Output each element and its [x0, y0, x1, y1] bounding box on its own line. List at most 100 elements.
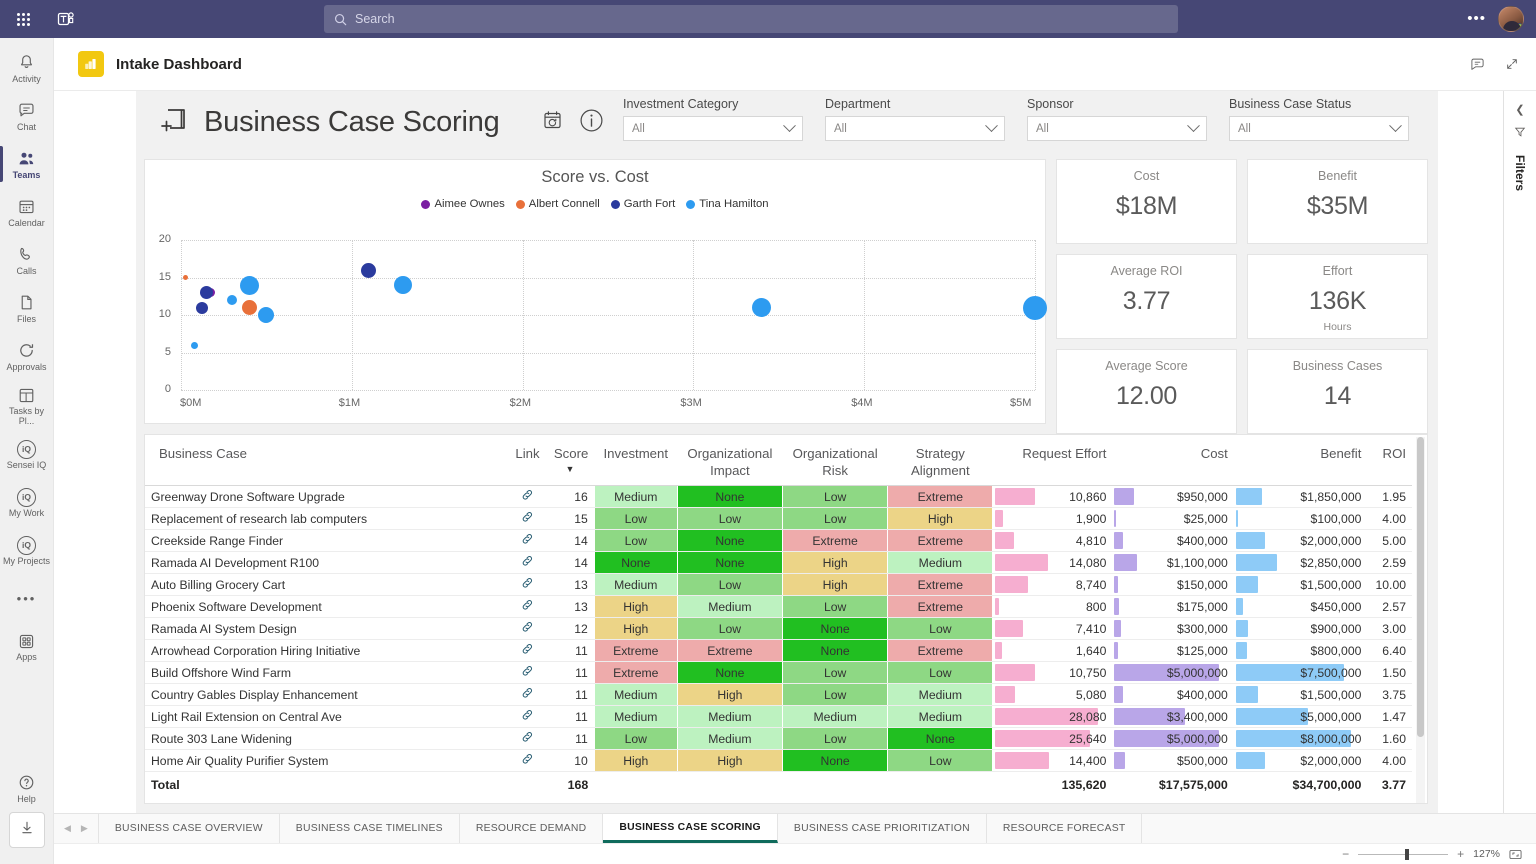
- cell-link[interactable]: [509, 683, 546, 706]
- filters-pane[interactable]: ❮ Filters: [1503, 91, 1536, 813]
- col-strategy-alignment[interactable]: Strategy Alignment: [887, 435, 993, 486]
- kpi-card[interactable]: Effort 136K Hours: [1247, 254, 1428, 339]
- conversation-icon[interactable]: [1469, 56, 1486, 73]
- sidebar-item-calendar[interactable]: Calendar: [0, 188, 54, 236]
- table-row[interactable]: Route 303 Lane Widening 11 Low Medium Low Non…: [145, 727, 1412, 750]
- table-row[interactable]: Light Rail Extension on Central Ave 11 Med…: [145, 705, 1412, 728]
- sidebar-more-button[interactable]: •••: [0, 575, 54, 623]
- cell-link[interactable]: [509, 573, 546, 596]
- zoom-slider-thumb[interactable]: [1404, 848, 1409, 860]
- table-row[interactable]: Arrowhead Corporation Hiring Initiative 1…: [145, 639, 1412, 662]
- sidebar-item-files[interactable]: Files: [0, 284, 54, 332]
- collapse-diagonal-icon[interactable]: [1504, 56, 1520, 72]
- page-tab[interactable]: BUSINESS CASE OVERVIEW: [97, 814, 280, 843]
- col-roi[interactable]: ROI: [1367, 435, 1412, 486]
- table-row[interactable]: Phoenix Software Development 13 High Medium…: [145, 595, 1412, 618]
- link-chain-icon[interactable]: [521, 754, 534, 768]
- col-organizational-impact[interactable]: Organizational Impact: [677, 435, 783, 486]
- link-chain-icon[interactable]: [521, 622, 534, 636]
- table-row[interactable]: Build Offshore Wind Farm 11 Extreme None Low…: [145, 661, 1412, 684]
- sidebar-item-calls[interactable]: Calls: [0, 236, 54, 284]
- avatar[interactable]: [1498, 6, 1524, 32]
- info-icon[interactable]: [579, 108, 604, 133]
- link-chain-icon[interactable]: [521, 578, 534, 592]
- col-request-effort[interactable]: Request Effort: [992, 435, 1113, 486]
- top-bar-more-button[interactable]: •••: [1467, 11, 1486, 26]
- scatter-point[interactable]: [258, 307, 275, 323]
- cell-link[interactable]: [509, 507, 546, 530]
- kpi-card[interactable]: Benefit $35M: [1247, 159, 1428, 244]
- kpi-card[interactable]: Average Score 12.00: [1056, 349, 1237, 434]
- zoom-slider[interactable]: [1358, 848, 1449, 860]
- kpi-card[interactable]: Business Cases 14: [1247, 349, 1428, 434]
- scatter-point[interactable]: [241, 300, 257, 315]
- sidebar-item-my-work[interactable]: iQ My Work: [0, 479, 54, 527]
- link-chain-icon[interactable]: [521, 600, 534, 614]
- page-tab[interactable]: RESOURCE DEMAND: [459, 814, 604, 843]
- col-cost[interactable]: Cost: [1112, 435, 1234, 486]
- scatter-point[interactable]: [200, 286, 214, 299]
- col-investment[interactable]: Investment: [594, 435, 678, 486]
- slicer-dropdown[interactable]: All: [825, 116, 1005, 141]
- business-case-table-visual[interactable]: Business Case Link Score ▼ Investment Or…: [144, 434, 1428, 804]
- page-tab[interactable]: BUSINESS CASE PRIORITIZATION: [777, 814, 987, 843]
- table-row[interactable]: Ramada AI Development R100 14 None None High…: [145, 551, 1412, 574]
- sidebar-item-approvals[interactable]: Approvals: [0, 332, 54, 380]
- sidebar-item-teams[interactable]: Teams: [0, 140, 54, 188]
- search-input[interactable]: Search: [324, 5, 1178, 33]
- kpi-card[interactable]: Cost $18M: [1056, 159, 1237, 244]
- link-chain-icon[interactable]: [521, 710, 534, 724]
- page-tab[interactable]: BUSINESS CASE TIMELINES: [279, 814, 460, 843]
- chevron-left-icon[interactable]: ❮: [1515, 103, 1524, 116]
- kpi-card[interactable]: Average ROI 3.77: [1056, 254, 1237, 339]
- scatter-point[interactable]: [227, 295, 238, 305]
- col-organizational-risk[interactable]: Organizational Risk: [782, 435, 888, 486]
- table-row[interactable]: Ramada AI System Design 12 High Low None Low 7…: [145, 617, 1412, 640]
- col-business-case[interactable]: Business Case: [145, 435, 510, 486]
- app-launcher-button[interactable]: [0, 12, 46, 26]
- chevron-right-icon[interactable]: ▶: [81, 823, 88, 834]
- sidebar-item-sensei-iq[interactable]: iQ Sensei IQ: [0, 431, 54, 479]
- cell-link[interactable]: [509, 529, 546, 552]
- zoom-in-button[interactable]: +: [1457, 848, 1464, 860]
- sidebar-item-apps[interactable]: Apps: [0, 623, 54, 671]
- table-row[interactable]: Home Air Quality Purifier System 10 High Hi…: [145, 749, 1412, 772]
- table-row[interactable]: Greenway Drone Software Upgrade 16 Medium N…: [145, 485, 1412, 508]
- link-chain-icon[interactable]: [521, 732, 534, 746]
- sidebar-item-activity[interactable]: Activity: [0, 44, 54, 92]
- table-scrollbar[interactable]: [1416, 437, 1425, 803]
- scatter-point[interactable]: [182, 275, 188, 280]
- col-score[interactable]: Score ▼: [545, 435, 595, 486]
- cell-link[interactable]: [509, 705, 546, 728]
- slicer-dropdown[interactable]: All: [623, 116, 803, 141]
- link-chain-icon[interactable]: [521, 556, 534, 570]
- fit-to-page-icon[interactable]: [1509, 848, 1522, 861]
- cell-link[interactable]: [509, 727, 546, 750]
- page-tab[interactable]: BUSINESS CASE SCORING: [603, 814, 778, 843]
- sidebar-item-help[interactable]: Help: [0, 764, 54, 812]
- cell-link[interactable]: [509, 749, 546, 772]
- calendar-refresh-icon[interactable]: [541, 109, 565, 133]
- legend-item[interactable]: Albert Connell: [515, 198, 600, 210]
- scatter-point[interactable]: [1023, 295, 1047, 320]
- page-tab[interactable]: RESOURCE FORECAST: [986, 814, 1143, 843]
- scatter-point[interactable]: [196, 301, 209, 314]
- link-chain-icon[interactable]: [521, 512, 534, 526]
- scatter-point[interactable]: [394, 276, 413, 294]
- col-link[interactable]: Link: [509, 435, 546, 486]
- col-benefit[interactable]: Benefit: [1233, 435, 1368, 486]
- table-row[interactable]: Auto Billing Grocery Cart 13 Medium Low High…: [145, 573, 1412, 596]
- zoom-out-button[interactable]: −: [1342, 848, 1349, 860]
- legend-item[interactable]: Aimee Ownes: [421, 198, 505, 210]
- cell-link[interactable]: [509, 617, 546, 640]
- cell-link[interactable]: [509, 551, 546, 574]
- legend-item[interactable]: Tina Hamilton: [686, 198, 769, 210]
- table-row[interactable]: Creekside Range Finder 14 Low None Extreme Ex…: [145, 529, 1412, 552]
- sidebar-item-chat[interactable]: Chat: [0, 92, 54, 140]
- scatter-chart-visual[interactable]: Score vs. Cost Aimee Ownes Albert Connell…: [144, 159, 1047, 424]
- link-chain-icon[interactable]: [521, 688, 534, 702]
- slicer-dropdown[interactable]: All: [1229, 116, 1409, 141]
- table-row[interactable]: Replacement of research lab computers 15 L…: [145, 507, 1412, 530]
- scatter-point[interactable]: [361, 262, 377, 278]
- table-row[interactable]: Country Gables Display Enhancement 11 Medi…: [145, 683, 1412, 706]
